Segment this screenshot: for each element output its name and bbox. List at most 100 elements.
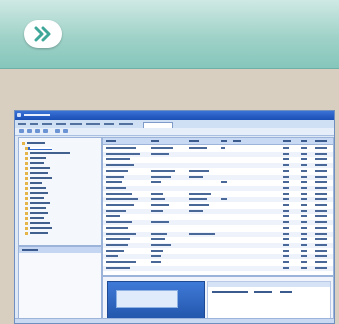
table-row[interactable]	[103, 226, 333, 231]
details-panel	[207, 281, 331, 319]
table-row[interactable]	[103, 254, 333, 260]
table-cell	[151, 147, 173, 149]
tree-item[interactable]	[25, 222, 50, 225]
table-cell	[151, 192, 163, 195]
menu-item[interactable]	[104, 123, 114, 125]
table-row[interactable]	[103, 214, 333, 219]
table-cell	[315, 192, 327, 195]
table-cell	[106, 266, 130, 269]
table-cell	[151, 152, 169, 155]
table-row[interactable]	[103, 208, 333, 214]
tree-item-label	[30, 197, 44, 199]
column-header[interactable]	[189, 140, 199, 142]
tree-item[interactable]	[25, 197, 44, 200]
tree-item[interactable]	[25, 207, 46, 210]
tree-item-label	[30, 192, 48, 194]
column-header[interactable]	[151, 140, 159, 142]
table-row[interactable]	[103, 146, 333, 151]
properties-header-text	[22, 249, 38, 251]
tree-item-label	[30, 162, 44, 164]
column-header[interactable]	[233, 140, 241, 142]
table-cell	[189, 192, 211, 195]
tree-item[interactable]	[25, 212, 48, 215]
menu-item[interactable]	[86, 123, 100, 125]
tree-item[interactable]	[25, 182, 42, 185]
details-header	[208, 282, 330, 287]
toolbar-icon[interactable]	[63, 129, 68, 133]
toolbar-icon[interactable]	[27, 129, 32, 133]
column-header[interactable]	[315, 140, 327, 142]
table-row[interactable]	[103, 151, 333, 157]
toolbar-icon[interactable]	[19, 129, 24, 133]
tree-item[interactable]	[25, 167, 50, 170]
tree-item-label	[30, 207, 46, 209]
table-row[interactable]	[103, 237, 333, 242]
tree-item[interactable]	[25, 172, 48, 175]
table-row[interactable]	[103, 265, 333, 271]
table-cell	[151, 261, 161, 263]
toolbar	[15, 128, 334, 136]
tree-item[interactable]	[25, 232, 48, 235]
folder-icon	[25, 192, 28, 195]
file-list-header	[103, 138, 333, 145]
preview-pane	[102, 276, 334, 322]
toolbar-icon[interactable]	[35, 129, 40, 133]
folder-icon	[25, 227, 28, 230]
table-row[interactable]	[103, 249, 333, 254]
table-row[interactable]	[103, 231, 333, 237]
column-header[interactable]	[301, 140, 307, 142]
tree-item[interactable]	[25, 192, 48, 195]
toolbar-icon[interactable]	[43, 129, 48, 133]
tree-item-label	[30, 152, 70, 154]
table-cell	[221, 181, 227, 184]
menu-item[interactable]	[42, 123, 52, 125]
column-header[interactable]	[221, 140, 227, 142]
tree-item[interactable]	[25, 162, 44, 165]
table-row[interactable]	[103, 242, 333, 248]
table-cell	[283, 152, 289, 155]
table-cell	[106, 147, 136, 149]
table-row[interactable]	[103, 163, 333, 169]
table-cell	[315, 158, 327, 161]
table-row[interactable]	[103, 203, 333, 208]
table-cell	[283, 164, 289, 167]
tree-item[interactable]	[25, 152, 70, 155]
tree-item[interactable]	[22, 142, 45, 145]
toolbar-icon[interactable]	[55, 129, 60, 133]
table-cell	[106, 232, 136, 235]
menu-item[interactable]	[119, 123, 133, 125]
menu-item[interactable]	[18, 123, 26, 125]
table-row[interactable]	[103, 260, 333, 265]
column-header[interactable]	[106, 140, 116, 142]
table-row[interactable]	[103, 169, 333, 174]
tree-item-selected[interactable]	[25, 147, 52, 150]
table-cell	[189, 204, 209, 206]
table-row[interactable]	[103, 192, 333, 197]
table-row[interactable]	[103, 220, 333, 226]
table-row[interactable]	[103, 180, 333, 185]
top-banner	[0, 0, 339, 69]
tree-item-label	[30, 232, 48, 234]
tree-item[interactable]	[25, 177, 52, 180]
tree-item[interactable]	[25, 217, 44, 220]
table-row[interactable]	[103, 197, 333, 203]
table-cell	[106, 204, 134, 206]
tree-item[interactable]	[25, 202, 50, 205]
tree-item[interactable]	[25, 157, 46, 160]
table-row[interactable]	[103, 174, 333, 180]
menu-item[interactable]	[30, 123, 38, 125]
table-row[interactable]	[103, 185, 333, 191]
folder-icon	[25, 232, 28, 235]
tree-item[interactable]	[25, 227, 52, 230]
table-row[interactable]	[103, 157, 333, 162]
tree-item-label	[30, 147, 52, 149]
menu-item[interactable]	[56, 123, 66, 125]
double-chevron-right-icon	[34, 26, 51, 42]
table-cell	[221, 198, 227, 201]
tree-item-label	[30, 182, 42, 184]
menu-item[interactable]	[70, 123, 82, 125]
next-button[interactable]	[24, 20, 62, 48]
table-cell	[106, 261, 136, 263]
tree-item[interactable]	[25, 187, 46, 190]
column-header[interactable]	[283, 140, 291, 142]
